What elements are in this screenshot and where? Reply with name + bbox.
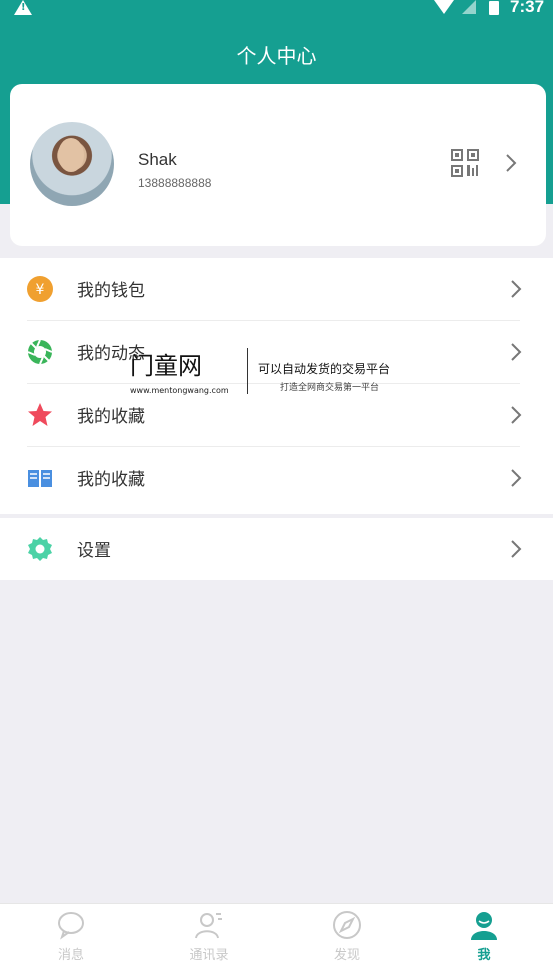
compass-icon <box>333 911 361 939</box>
tab-label: 消息 <box>57 948 84 963</box>
user-phone: 13888888888 <box>138 176 212 190</box>
tab-contacts[interactable]: 通讯录 <box>140 904 278 966</box>
menu-label: 我的钱包 <box>77 281 145 301</box>
settings-group: 设置 <box>0 518 553 580</box>
qr-code-icon[interactable] <box>450 148 480 178</box>
tab-label: 发现 <box>333 948 360 963</box>
svg-text:¥: ¥ <box>36 282 45 298</box>
tab-messages[interactable]: 消息 <box>2 904 140 966</box>
menu-label: 我的收藏 <box>77 407 145 427</box>
wifi-icon <box>434 0 454 14</box>
chevron-right-icon <box>511 540 522 558</box>
chevron-right-icon[interactable] <box>500 152 522 174</box>
menu-item-collection[interactable]: 我的收藏 <box>0 447 553 509</box>
status-time: 7:37 <box>510 0 545 16</box>
status-bar: 7:37 <box>0 0 553 16</box>
star-icon <box>28 403 52 426</box>
contacts-icon <box>195 913 222 939</box>
gear-icon <box>28 537 52 561</box>
chevron-right-icon <box>511 406 522 424</box>
signal-icon <box>462 0 476 14</box>
tab-discover[interactable]: 发现 <box>278 904 416 966</box>
watermark-url: www.mentongwang.com <box>130 386 229 395</box>
watermark-divider <box>247 348 248 394</box>
battery-icon <box>489 1 499 15</box>
profile-card[interactable]: Shak 13888888888 <box>10 84 546 246</box>
avatar[interactable] <box>30 122 114 206</box>
watermark-slogan: 可以自动发货的交易平台 <box>258 362 391 376</box>
tab-me[interactable]: 我 <box>415 904 553 966</box>
person-icon <box>471 912 497 940</box>
menu-item-settings[interactable]: 设置 <box>0 518 553 580</box>
chat-icon <box>58 912 84 940</box>
watermark-subtitle: 打造全网商交易第一平台 <box>280 383 380 393</box>
page-title: 个人中心 <box>236 44 317 68</box>
watermark-logo: 门童网 <box>130 352 202 380</box>
bottom-tab-bar: 消息 通讯录 发现 我 <box>0 903 553 966</box>
warning-icon <box>14 0 32 15</box>
menu-label: 设置 <box>77 541 111 561</box>
book-icon <box>28 470 52 487</box>
chevron-right-icon <box>511 343 522 361</box>
menu-item-wallet[interactable]: ¥ 我的钱包 <box>0 258 553 320</box>
watermark-overlay: 门童网 www.mentongwang.com 可以自动发货的交易平台 打造全网… <box>130 346 430 402</box>
chevron-right-icon <box>511 280 522 298</box>
tab-label: 我 <box>477 948 491 963</box>
user-name: Shak <box>138 150 177 169</box>
chevron-right-icon <box>511 469 522 487</box>
menu-label: 我的收藏 <box>77 470 145 490</box>
camera-shutter-icon <box>27 339 53 365</box>
tab-label: 通讯录 <box>189 948 229 963</box>
wallet-icon: ¥ <box>27 276 53 302</box>
